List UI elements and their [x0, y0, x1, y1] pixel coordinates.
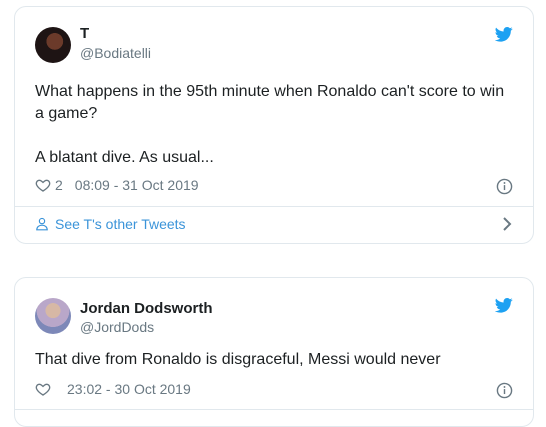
chevron-right-icon[interactable] [501, 216, 513, 232]
author-handle[interactable]: @JordDods [80, 319, 154, 335]
see-other-tweets-label[interactable]: See T's other Tweets [55, 216, 186, 232]
tweet-text-second-line: A blatant dive. As usual... [35, 149, 214, 166]
author-name[interactable]: T [80, 25, 89, 42]
tweet-meta: 23:02 - 30 Oct 2019 [35, 381, 191, 397]
timestamp[interactable]: 23:02 - 30 Oct 2019 [67, 381, 191, 397]
twitter-bird-icon[interactable] [495, 27, 513, 42]
divider [15, 409, 533, 410]
heart-icon[interactable] [35, 177, 51, 193]
tweet-meta: 2 08:09 - 31 Oct 2019 [35, 177, 199, 193]
like-count[interactable]: 2 [55, 177, 63, 193]
twitter-bird-icon[interactable] [495, 298, 513, 313]
see-other-tweets-link[interactable]: See T's other Tweets [35, 216, 186, 232]
author-handle[interactable]: @Bodiatelli [80, 45, 151, 61]
timestamp[interactable]: 08:09 - 31 Oct 2019 [75, 177, 199, 193]
heart-icon[interactable] [35, 381, 51, 397]
author-name[interactable]: Jordan Dodsworth [80, 300, 213, 317]
tweet-text: That dive from Ronaldo is disgraceful, M… [35, 351, 441, 368]
divider [15, 206, 533, 207]
tweet-text: What happens in the 95th minute when Ron… [35, 83, 505, 122]
info-icon[interactable] [496, 178, 513, 195]
avatar[interactable] [35, 298, 71, 334]
avatar[interactable] [35, 27, 71, 63]
tweet-card[interactable]: Jordan Dodsworth @JordDods That dive fro… [14, 277, 534, 427]
person-icon [36, 217, 48, 231]
info-icon[interactable] [496, 382, 513, 399]
tweet-card[interactable]: T @Bodiatelli What happens in the 95th m… [14, 6, 534, 244]
